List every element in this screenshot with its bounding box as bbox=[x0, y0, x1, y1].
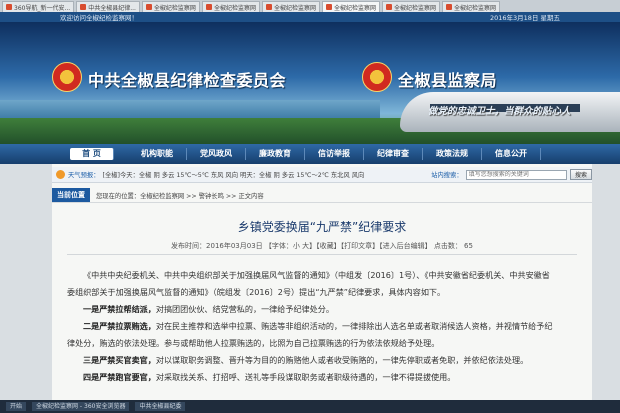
browser-tab[interactable]: 全椒纪检监察网 bbox=[141, 1, 200, 12]
article-paragraph: 律处分，贿选的依法处理。参与或帮助他人拉票贿选的，比照为自己拉票贿选的行为依法依… bbox=[67, 338, 440, 348]
page-favicon-icon bbox=[205, 4, 212, 10]
content-area: 天气预报： [全椒]今天：全椒 阴 多云 15℃～5℃ 东风 风向 明天：全椒 … bbox=[52, 164, 592, 413]
breadcrumb-tag: 当前位置 bbox=[52, 188, 90, 202]
national-emblem-icon bbox=[362, 62, 392, 92]
article-paragraph: 二是严禁拉票贿选，对在民主推荐和选举中拉票、贿选等非组织活动的，一律排除出人选名… bbox=[83, 321, 553, 331]
party-emblem-icon bbox=[52, 62, 82, 92]
page-favicon-icon bbox=[145, 4, 152, 10]
taskbar-item[interactable]: 全椒纪检监察网 - 360安全浏览器 bbox=[32, 402, 130, 411]
browser-tab-strip: 360导航_新一代安... 中共全椒县纪律... 全椒纪检监察网 全椒纪检监察网… bbox=[0, 0, 620, 12]
page-favicon-icon bbox=[80, 4, 87, 10]
browser-tab[interactable]: 360导航_新一代安... bbox=[2, 1, 75, 12]
welcome-bar: 欢迎访问全椒纪检监察网！ 2016年3月18日 星期五 bbox=[0, 12, 620, 22]
info-bar: 天气预报： [全椒]今天：全椒 阴 多云 15℃～5℃ 东风 风向 明天：全椒 … bbox=[52, 167, 592, 183]
welcome-text: 欢迎访问全椒纪检监察网！ bbox=[60, 14, 138, 22]
nav-item-organization[interactable]: 机构职能 bbox=[128, 148, 187, 160]
breadcrumb: 当前位置 您现在的位置：全椒纪检监察网 >> 警钟长鸣 >> 正文内容 bbox=[52, 188, 592, 203]
page-favicon-icon bbox=[325, 4, 332, 10]
nav-item-disclosure[interactable]: 信息公开 bbox=[482, 148, 541, 160]
page-favicon-icon bbox=[265, 4, 272, 10]
article-paragraph: 委组织部关于加强换届风气监督的通知》（皖组发〔2016〕2号）提出“九严禁”纪律… bbox=[67, 287, 446, 297]
nav-item-conduct[interactable]: 党风政风 bbox=[187, 148, 246, 160]
article-paragraph: 《中共中央纪委机关、中共中央组织部关于加强换届风气监督的通知》（中组发〔2016… bbox=[83, 270, 550, 280]
browser-tab[interactable]: 中共全椒县纪律... bbox=[76, 1, 140, 12]
article-paragraph: 四是严禁跑官要官，对采取找关系、打招呼、送礼等手段谋取职务或者职级待遇的，一律不… bbox=[83, 372, 456, 382]
page-favicon-icon bbox=[385, 4, 392, 10]
browser-tab[interactable]: 全椒纪检监察网 bbox=[261, 1, 320, 12]
search-input[interactable] bbox=[465, 169, 567, 180]
browser-tab[interactable]: 全椒纪检监察网 bbox=[381, 1, 440, 12]
banner-slogan: 做党的忠诚卫士，当群众的贴心人 bbox=[428, 106, 571, 117]
browser-tab-active[interactable]: 全椒纪检监察网 bbox=[321, 1, 380, 12]
search-label: 站内搜索： bbox=[431, 172, 463, 179]
site-title-left: 中共全椒县纪律检查委员会 bbox=[88, 71, 287, 90]
site-title-right: 全椒县监察局 bbox=[398, 71, 498, 90]
article-title: 乡镇党委换届“九严禁”纪律要求 bbox=[237, 220, 407, 234]
site-banner: 中共全椒县纪律检查委员会 全椒县监察局 做党的忠诚卫士，当群众的贴心人 bbox=[0, 22, 620, 144]
page-favicon-icon bbox=[6, 4, 12, 10]
start-button[interactable]: 开始 bbox=[6, 402, 27, 411]
search-button[interactable]: 搜索 bbox=[569, 169, 592, 180]
nav-item-regulations[interactable]: 政策法规 bbox=[423, 148, 482, 160]
main-nav: 首 页 机构职能 党风政风 廉政教育 信访举报 纪律审查 政策法规 信息公开 bbox=[0, 144, 620, 164]
taskbar-item[interactable]: 中共全椒县纪委 bbox=[135, 402, 186, 411]
article-body: 《中共中央纪委机关、中共中央组织部关于加强换届风气监督的通知》（中组发〔2016… bbox=[67, 267, 577, 386]
weather-icon bbox=[56, 170, 65, 179]
date-text: 2016年3月18日 星期五 bbox=[489, 14, 560, 22]
article-paragraph: 一是严禁拉帮结派，对搞团团伙伙、结党营私的，一律给予纪律处分。 bbox=[83, 304, 334, 314]
breadcrumb-path[interactable]: 您现在的位置：全椒纪检监察网 >> 警钟长鸣 >> 正文内容 bbox=[96, 191, 264, 200]
browser-tab[interactable]: 全椒纪检监察网 bbox=[442, 1, 501, 12]
os-taskbar: 开始 全椒纪检监察网 - 360安全浏览器 中共全椒县纪委 bbox=[0, 400, 620, 413]
nav-item-education[interactable]: 廉政教育 bbox=[246, 148, 305, 160]
divider bbox=[67, 254, 577, 255]
article-paragraph: 三是严禁买官卖官，对以谋取职务调整、晋升等为目的的贿赂他人或者收受贿赂的，一律先… bbox=[83, 355, 529, 365]
nav-item-petition[interactable]: 信访举报 bbox=[305, 148, 364, 160]
article-meta: 发布时间：2016年03月03日 【字体：小 大】【收藏】【打印文章】【进入后台… bbox=[171, 242, 473, 250]
banner-sea-image bbox=[0, 100, 380, 120]
nav-item-home[interactable]: 首 页 bbox=[70, 148, 114, 160]
browser-tab[interactable]: 全椒纪检监察网 bbox=[201, 1, 260, 12]
weather-label: 天气预报： bbox=[68, 172, 100, 179]
nav-item-review[interactable]: 纪律审查 bbox=[364, 148, 423, 160]
page-favicon-icon bbox=[446, 4, 452, 10]
weather-text: [全椒]今天：全椒 阴 多云 15℃～5℃ 东风 风向 明天：全椒 阴 多云 1… bbox=[102, 172, 365, 179]
